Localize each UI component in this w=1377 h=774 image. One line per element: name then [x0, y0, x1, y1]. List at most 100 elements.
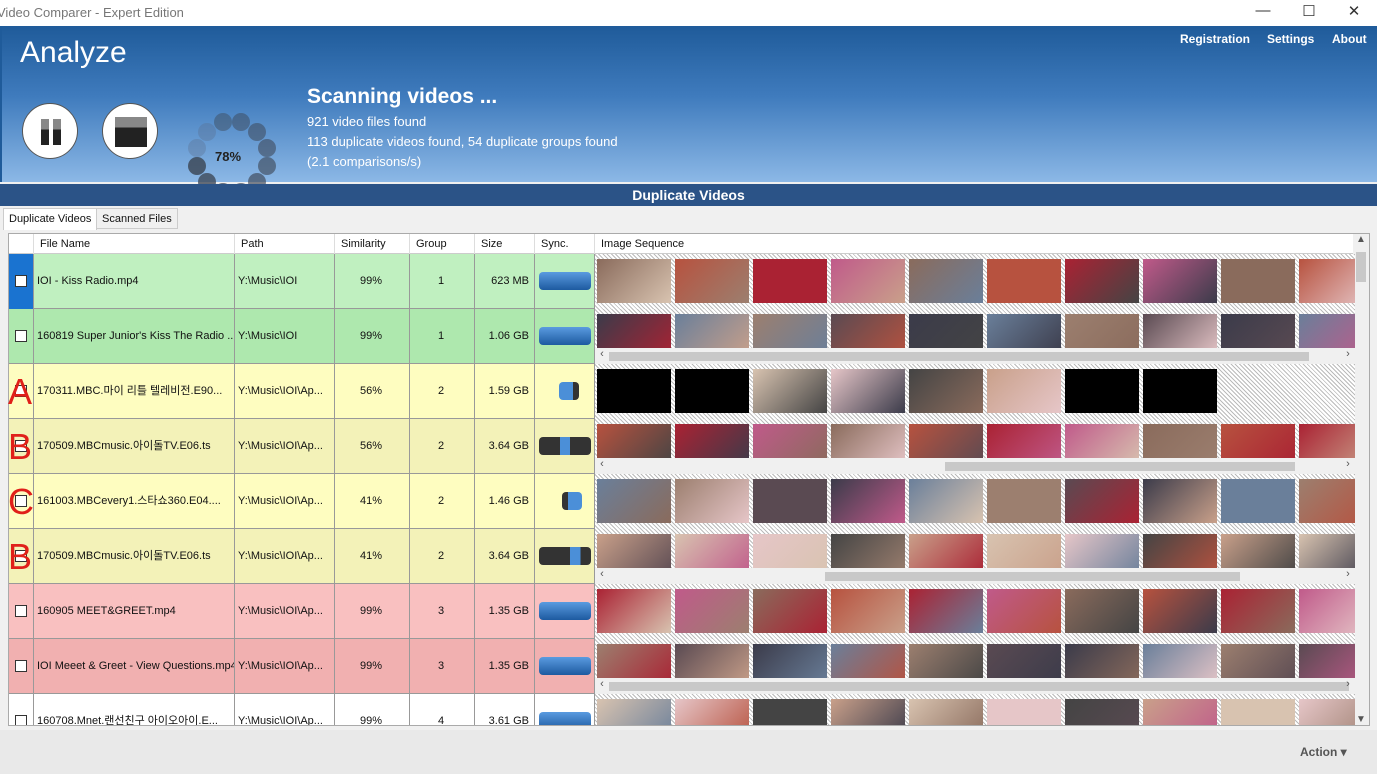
similarity-cell: 99%: [335, 584, 410, 639]
col-file-name[interactable]: File Name: [34, 234, 235, 254]
row-checkbox[interactable]: [15, 275, 27, 287]
table-row[interactable]: IOI - Kiss Radio.mp4 Y:\Music\IOI 99% 1 623 …: [9, 254, 1355, 309]
sync-cell: [535, 254, 595, 309]
scroll-right-icon[interactable]: ›: [1341, 458, 1355, 470]
row-checkbox[interactable]: [15, 330, 27, 342]
status-duplicates: 113 duplicate videos found, 54 duplicate…: [307, 134, 618, 149]
pause-button[interactable]: [22, 103, 78, 159]
similarity-cell: 56%: [335, 419, 410, 474]
thumbnail: [675, 259, 749, 303]
similarity-cell: 41%: [335, 529, 410, 584]
col-similarity[interactable]: Similarity: [335, 234, 410, 254]
nav-registration[interactable]: Registration: [1180, 32, 1250, 46]
select-cell[interactable]: [9, 584, 34, 639]
table-row[interactable]: 161003.MBCevery1.스타쇼360.E04.... Y:\Music\…: [9, 474, 1355, 529]
minimize-button[interactable]: —: [1240, 2, 1286, 19]
horizontal-scrollbar[interactable]: ‹ ›: [595, 678, 1355, 694]
scroll-left-icon[interactable]: ‹: [595, 568, 609, 580]
thumbnail: [909, 259, 983, 303]
col-size[interactable]: Size: [475, 234, 535, 254]
select-cell[interactable]: [9, 694, 34, 725]
horizontal-scrollbar[interactable]: ‹ ›: [595, 348, 1355, 364]
select-cell[interactable]: [9, 254, 34, 309]
file-name-cell: IOI - Kiss Radio.mp4: [34, 254, 235, 309]
thumbnail: [1221, 699, 1295, 725]
path-cell: Y:\Music\IOI\Ap...: [235, 364, 335, 419]
select-cell[interactable]: [9, 309, 34, 364]
sync-bar: [562, 492, 582, 510]
scrollbar-thumb[interactable]: [825, 572, 1240, 581]
scrollbar-thumb[interactable]: [945, 462, 1295, 471]
horizontal-scrollbar[interactable]: ‹ ›: [595, 458, 1355, 474]
scroll-left-icon[interactable]: ‹: [595, 348, 609, 360]
col-group[interactable]: Group: [410, 234, 475, 254]
table-row[interactable]: 160905 MEET&GREET.mp4 Y:\Music\IOI\Ap... 9…: [9, 584, 1355, 639]
thumbnail: [753, 589, 827, 633]
scroll-right-icon[interactable]: ›: [1341, 348, 1355, 360]
table-row[interactable]: 160708.Mnet.랜선친구 아이오아이.E... Y:\Music\IOI\…: [9, 694, 1355, 725]
maximize-button[interactable]: ☐: [1286, 2, 1332, 20]
scrollbar-thumb[interactable]: [609, 682, 1349, 691]
thumbnail: [831, 369, 905, 413]
table-row[interactable]: 170311.MBC.마이 리틀 텔레비전.E90... Y:\Music\IOI…: [9, 364, 1355, 419]
pause-icon-bar: [53, 119, 61, 145]
scrollbar-thumb[interactable]: [1356, 252, 1366, 282]
file-name-cell: 160819 Super Junior's Kiss The Radio ...: [34, 309, 235, 364]
table-header: File Name Path Similarity Group Size Syn…: [9, 234, 1355, 254]
thumbnail: [753, 479, 827, 523]
thumbnail: [1143, 259, 1217, 303]
annotation-letter: B: [8, 536, 33, 577]
row-checkbox[interactable]: [15, 660, 27, 672]
path-cell: Y:\Music\IOI\Ap...: [235, 529, 335, 584]
path-cell: Y:\Music\IOI: [235, 254, 335, 309]
spinner-dot: [197, 122, 216, 141]
scroll-left-icon[interactable]: ‹: [595, 678, 609, 690]
row-checkbox[interactable]: [15, 605, 27, 617]
spinner-dot: [213, 113, 232, 132]
group-cell: 4: [410, 694, 475, 725]
action-button[interactable]: Action ▾: [1300, 745, 1347, 759]
thumbnail: [597, 479, 671, 523]
row-checkbox[interactable]: [15, 715, 27, 725]
col-path[interactable]: Path: [235, 234, 335, 254]
sync-cell: [535, 309, 595, 364]
thumbnail: [1299, 699, 1355, 725]
sync-bar: [559, 382, 579, 400]
path-cell: Y:\Music\IOI\Ap...: [235, 584, 335, 639]
sync-cell: [535, 694, 595, 725]
thumbnail: [1065, 589, 1139, 633]
scan-status: Scanning videos ... 921 video files foun…: [307, 85, 618, 172]
status-title: Scanning videos ...: [307, 85, 498, 108]
scrollbar-thumb[interactable]: [609, 352, 1309, 361]
select-cell[interactable]: [9, 639, 34, 694]
similarity-cell: 56%: [335, 364, 410, 419]
scroll-left-icon[interactable]: ‹: [595, 458, 609, 470]
scroll-up-icon[interactable]: ▲: [1353, 234, 1369, 245]
spinner-dot: [257, 138, 276, 157]
size-cell: 3.64 GB: [475, 419, 535, 474]
scroll-down-icon[interactable]: ▼: [1353, 714, 1369, 725]
thumbnail: [831, 699, 905, 725]
col-sync[interactable]: Sync.: [535, 234, 595, 254]
horizontal-scrollbar[interactable]: ‹ ›: [595, 568, 1355, 584]
col-image-sequence[interactable]: Image Sequence: [595, 234, 1355, 254]
tab-scanned-files[interactable]: Scanned Files: [96, 208, 178, 229]
thumbnail: [1143, 479, 1217, 523]
thumbnail: [1299, 259, 1355, 303]
similarity-cell: 99%: [335, 254, 410, 309]
stop-button[interactable]: [102, 103, 158, 159]
thumbnail: [987, 369, 1061, 413]
sync-bar: [539, 602, 591, 620]
nav-settings[interactable]: Settings: [1267, 32, 1314, 46]
vertical-scrollbar[interactable]: ▲ ▼: [1353, 234, 1369, 725]
group-cell: 3: [410, 584, 475, 639]
scroll-right-icon[interactable]: ›: [1341, 678, 1355, 690]
size-cell: 1.06 GB: [475, 309, 535, 364]
nav-about[interactable]: About: [1332, 32, 1367, 46]
close-button[interactable]: ✕: [1331, 2, 1377, 20]
scroll-right-icon[interactable]: ›: [1341, 568, 1355, 580]
size-cell: 623 MB: [475, 254, 535, 309]
thumbnail: [675, 699, 749, 725]
tab-duplicate-videos[interactable]: Duplicate Videos: [3, 208, 98, 230]
annotation-letter: C: [8, 481, 34, 522]
